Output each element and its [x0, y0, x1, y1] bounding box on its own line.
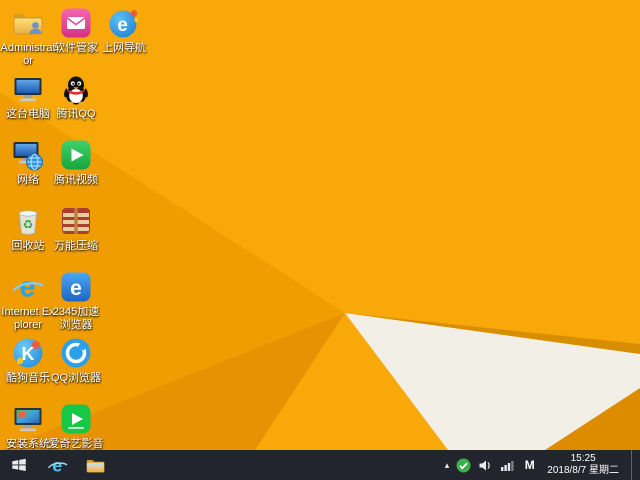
- screen: { "wallpaper": { "base_color": "#F8A808"…: [0, 0, 640, 480]
- network-icon: [501, 460, 514, 471]
- desktop-icon-web-navigation[interactable]: e 上网导航: [96, 6, 152, 55]
- security-icon: [456, 458, 471, 472]
- taskbar-internet-explorer-button[interactable]: e: [38, 450, 76, 480]
- svg-text:e: e: [52, 455, 62, 475]
- icon-label: 网络: [17, 174, 39, 186]
- hidden-icons-button[interactable]: ▴: [445, 460, 450, 470]
- icon-label: 回收站: [11, 240, 45, 252]
- software-manager-icon: [61, 8, 91, 38]
- clock-time: 15:25: [570, 452, 596, 464]
- qq-browser-icon: [61, 338, 91, 368]
- archive-box-icon: [62, 208, 90, 234]
- clock-date: 2018/8/7 星期二: [547, 465, 619, 476]
- folder-icon: [86, 459, 104, 473]
- tencent-video-icon: [61, 140, 91, 170]
- desktop[interactable]: Administrator 这台电脑 网络 ♻ 回收站 e Internet E…: [0, 0, 640, 450]
- svg-text:e: e: [19, 272, 35, 304]
- desktop-icon-iqiyi[interactable]: 爱奇艺影音: [48, 402, 104, 451]
- user-folder-icon: [13, 14, 43, 35]
- network-globe-icon: [13, 142, 43, 171]
- recycle-bin-icon: ♻: [18, 210, 38, 235]
- security-tray-button[interactable]: [456, 458, 471, 473]
- windows-logo-icon: [12, 458, 26, 472]
- internet-explorer-icon: e: [47, 455, 67, 475]
- volume-tray-button[interactable]: [478, 458, 493, 473]
- icon-label: 腾讯视频: [54, 174, 98, 186]
- qq-penguin-icon: [64, 76, 88, 105]
- taskbar-clock[interactable]: 15:25 2018/8/7 星期二: [544, 453, 624, 478]
- taskbar-file-explorer-button[interactable]: [76, 450, 114, 480]
- volume-icon: [479, 460, 491, 470]
- icon-label: 万能压缩: [54, 240, 98, 252]
- internet-explorer-icon: e: [12, 272, 44, 304]
- kugou-music-icon: K: [13, 338, 43, 368]
- svg-text:♻: ♻: [23, 218, 34, 232]
- svg-text:e: e: [117, 15, 128, 36]
- web-navigation-icon: e: [109, 10, 139, 38]
- svg-text:e: e: [70, 277, 82, 300]
- desktop-icon-wanneng-zip[interactable]: 万能压缩: [48, 204, 104, 253]
- icon-label: 这台电脑: [6, 108, 50, 120]
- computer-icon: [14, 78, 42, 102]
- input-method-indicator[interactable]: M: [522, 458, 537, 472]
- desktop-icon-2345-browser[interactable]: e 2345加速浏览器: [48, 270, 104, 332]
- 2345-browser-icon: e: [61, 272, 91, 302]
- show-desktop-button[interactable]: [631, 450, 638, 480]
- start-button[interactable]: [0, 450, 38, 480]
- icon-label: 酷狗音乐: [6, 372, 50, 384]
- desktop-icon-tencent-qq[interactable]: 腾讯QQ: [48, 72, 104, 121]
- icon-label: QQ浏览器: [50, 372, 102, 384]
- iqiyi-icon: [61, 404, 91, 434]
- desktop-icon-tencent-video[interactable]: 腾讯视频: [48, 138, 104, 187]
- icon-label: 腾讯QQ: [56, 108, 96, 120]
- desktop-icon-qq-browser[interactable]: QQ浏览器: [48, 336, 104, 385]
- taskbar: e ▴ M 15:25 2018/8/7 星期二: [0, 450, 640, 480]
- install-system-icon: [14, 408, 42, 432]
- svg-text:K: K: [22, 344, 35, 364]
- system-tray: ▴ M 15:25 2018/8/7 星期二: [445, 450, 640, 480]
- icon-label: 上网导航: [102, 42, 146, 54]
- icon-label: 软件管家: [54, 42, 98, 54]
- network-tray-button[interactable]: [500, 458, 515, 473]
- icon-label: 2345加速浏览器: [52, 306, 100, 331]
